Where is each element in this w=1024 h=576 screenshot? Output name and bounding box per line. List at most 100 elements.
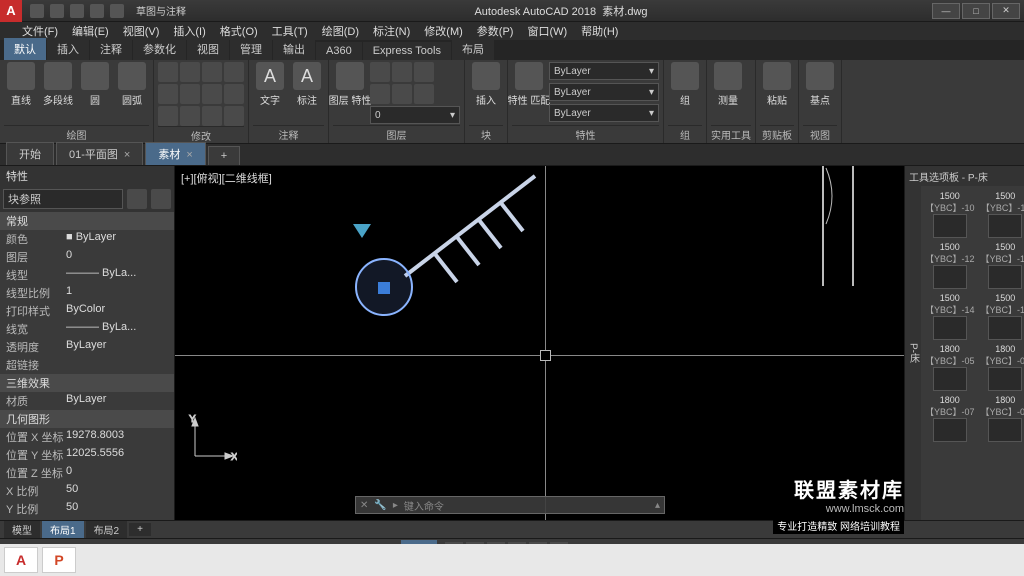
taskbar-powerpoint[interactable]: P — [42, 547, 76, 573]
ribbon-tab[interactable]: 输出 — [273, 38, 315, 60]
current-layer-combo[interactable]: 0▾ — [370, 106, 460, 124]
app-icon[interactable]: A — [0, 0, 22, 22]
menu-item[interactable]: 绘图(D) — [322, 23, 359, 39]
insert-block-button[interactable]: 插入 — [469, 62, 503, 107]
menu-item[interactable]: 窗口(W) — [527, 23, 567, 39]
select-objects-button[interactable] — [151, 189, 171, 209]
qat-redo[interactable] — [110, 4, 124, 18]
draw-tool[interactable]: 直线 — [4, 62, 38, 107]
ribbon-tab[interactable]: 参数化 — [133, 38, 186, 60]
props-row[interactable]: 颜色■ ByLayer — [0, 230, 174, 248]
props-row[interactable]: 线型——— ByLa... — [0, 266, 174, 284]
menu-item[interactable]: 标注(N) — [373, 23, 410, 39]
palette-item[interactable]: 1800【YBC】-05 — [925, 343, 975, 391]
lineweight-combo[interactable]: ByLayer▾ — [549, 83, 659, 101]
paste-button[interactable]: 粘贴 — [760, 62, 794, 107]
ribbon-tab[interactable]: 视图 — [187, 38, 229, 60]
tool-palette-title[interactable]: 工具选项板 - P-床 — [905, 166, 1024, 186]
ribbon-tab[interactable]: 布局 — [452, 38, 494, 60]
draw-tool[interactable]: 圆弧 — [115, 62, 149, 107]
doc-tab[interactable]: 01-平面图× — [56, 142, 143, 165]
copy-tool[interactable] — [158, 84, 178, 104]
drawing-canvas[interactable]: [+][俯视][二维线框] XY ✕ — [175, 166, 904, 520]
props-row[interactable]: Y 比例50 — [0, 500, 174, 518]
grip-handle[interactable] — [378, 282, 390, 294]
layer-on[interactable] — [370, 84, 390, 104]
props-row[interactable]: 图层0 — [0, 248, 174, 266]
color-combo[interactable]: ByLayer▾ — [549, 62, 659, 80]
mirror-tool[interactable] — [180, 84, 200, 104]
draw-tool[interactable]: 多段线 — [41, 62, 75, 107]
ribbon-tab[interactable]: 默认 — [4, 38, 46, 60]
quick-select-button[interactable] — [127, 189, 147, 209]
menu-item[interactable]: 修改(M) — [424, 23, 463, 39]
measure-button[interactable]: 测量 — [711, 62, 745, 107]
palette-item[interactable]: 1800【YBC】-07 — [925, 394, 975, 442]
doc-tab[interactable]: 开始 — [6, 142, 54, 165]
extend-tool[interactable] — [224, 62, 244, 82]
menu-item[interactable]: 参数(P) — [477, 23, 514, 39]
maximize-button[interactable]: □ — [962, 3, 990, 19]
props-section[interactable]: 几何图形 — [0, 410, 174, 428]
palette-item[interactable]: 1500【YBC】-10 — [925, 190, 975, 238]
layout-tab[interactable]: 模型 — [4, 521, 40, 538]
menu-item[interactable]: 视图(V) — [123, 23, 160, 39]
props-row[interactable]: 位置 Y 坐标12025.5556 — [0, 446, 174, 464]
stretch-tool[interactable] — [158, 106, 178, 126]
palette-item[interactable]: 1500【YBC】-11 — [981, 190, 1024, 238]
palette-item[interactable]: 1800【YBC】-08 — [981, 394, 1024, 442]
props-section[interactable]: 常规 — [0, 212, 174, 230]
ribbon-tab[interactable]: 管理 — [230, 38, 272, 60]
props-section[interactable]: 三维效果 — [0, 374, 174, 392]
selection-type-combo[interactable]: 块参照 — [3, 189, 123, 209]
props-row[interactable]: 线型比例1 — [0, 284, 174, 302]
scale-tool[interactable] — [180, 106, 200, 126]
new-doc-tab[interactable]: + — [208, 146, 240, 165]
fillet-tool[interactable] — [202, 84, 222, 104]
props-row[interactable]: 材质ByLayer — [0, 392, 174, 410]
annot-tool[interactable]: A标注 — [290, 62, 324, 107]
palette-item[interactable]: 1800【YBC】-06 — [981, 343, 1024, 391]
rotate-tool[interactable] — [180, 62, 200, 82]
layer-lock[interactable] — [414, 62, 434, 82]
menu-item[interactable]: 编辑(E) — [72, 23, 109, 39]
qat-new[interactable] — [30, 4, 44, 18]
menu-item[interactable]: 工具(T) — [272, 23, 308, 39]
qat-open[interactable] — [50, 4, 64, 18]
draw-tool[interactable]: 圆 — [78, 62, 112, 107]
close-button[interactable]: ✕ — [992, 3, 1020, 19]
menu-item[interactable]: 文件(F) — [22, 23, 58, 39]
qat-undo[interactable] — [90, 4, 104, 18]
taskbar-autocad[interactable]: A — [4, 547, 38, 573]
ribbon-tab[interactable]: 注释 — [90, 38, 132, 60]
minimize-button[interactable]: — — [932, 3, 960, 19]
viewport-label[interactable]: [+][俯视][二维线框] — [181, 170, 272, 186]
ribbon-tab[interactable]: 插入 — [47, 38, 89, 60]
move-tool[interactable] — [158, 62, 178, 82]
match-props-button[interactable]: 特性 匹配 — [512, 62, 546, 107]
array-tool[interactable] — [224, 84, 244, 104]
palette-item[interactable]: 1500【YBC】-14 — [925, 292, 975, 340]
layer-off[interactable] — [370, 62, 390, 82]
palette-item[interactable]: 1500【YBC】-15 — [981, 292, 1024, 340]
layer-unlock[interactable] — [414, 84, 434, 104]
props-row[interactable]: 位置 X 坐标19278.8003 — [0, 428, 174, 446]
group-button[interactable]: 组 — [668, 62, 702, 107]
props-row[interactable]: 超链接 — [0, 356, 174, 374]
layout-tab[interactable]: 布局2 — [86, 521, 128, 538]
palette-item[interactable]: 1500【YBC】-12 — [925, 241, 975, 289]
layout-tab[interactable]: 布局1 — [42, 521, 84, 538]
ribbon-tab[interactable]: Express Tools — [363, 42, 451, 60]
qat-save[interactable] — [70, 4, 84, 18]
layer-props-button[interactable]: 图层 特性 — [333, 62, 367, 107]
layer-thaw[interactable] — [392, 84, 412, 104]
add-layout[interactable]: + — [129, 523, 151, 536]
palette-tab[interactable]: P-床 — [905, 186, 921, 520]
trim-tool[interactable] — [202, 62, 222, 82]
menu-item[interactable]: 插入(I) — [173, 23, 205, 39]
annot-tool[interactable]: A文字 — [253, 62, 287, 107]
offset-tool[interactable] — [202, 106, 222, 126]
menu-item[interactable]: 格式(O) — [220, 23, 258, 39]
props-row[interactable]: 打印样式ByColor — [0, 302, 174, 320]
props-row[interactable]: X 比例50 — [0, 482, 174, 500]
